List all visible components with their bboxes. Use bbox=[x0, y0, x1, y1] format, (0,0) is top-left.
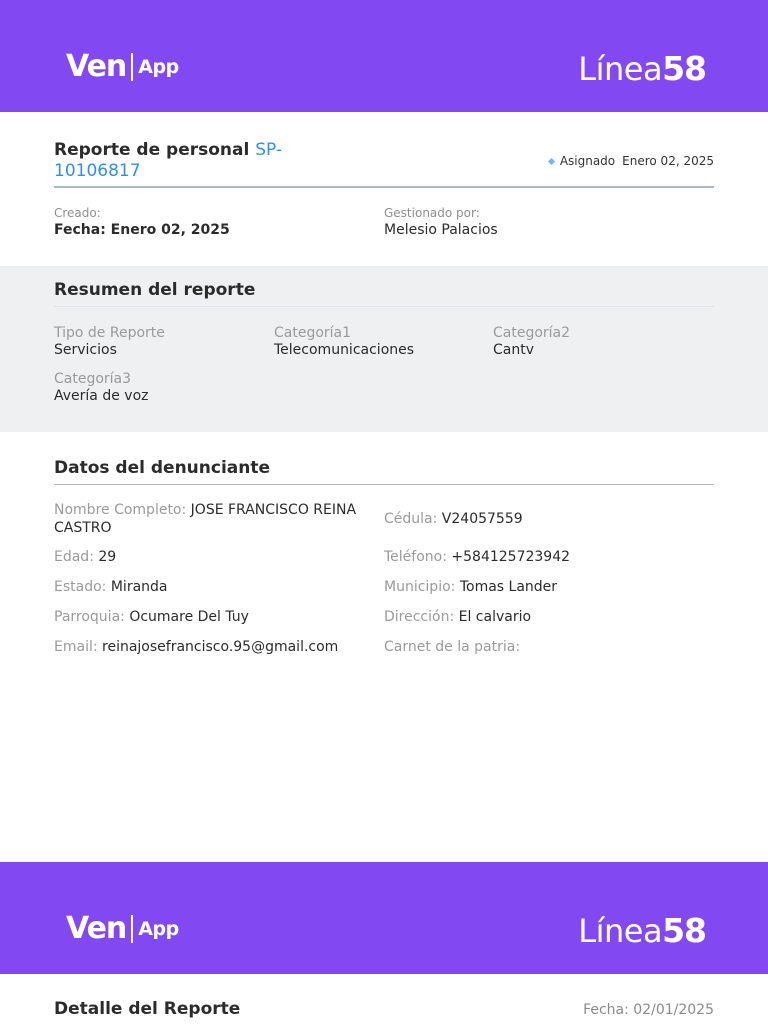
field-telefono-label: Teléfono: bbox=[384, 549, 447, 565]
field-estado: Estado: Miranda bbox=[54, 578, 168, 596]
field-cedula-label: Cédula: bbox=[384, 511, 438, 527]
field-edad-label: Edad: bbox=[54, 549, 94, 565]
field-cedula: Cédula: V24057559 bbox=[384, 510, 523, 528]
managed-value: Melesio Palacios bbox=[384, 222, 498, 238]
field-carnet-label: Carnet de la patria: bbox=[384, 639, 521, 655]
created-label: Creado: bbox=[54, 206, 101, 220]
report-title-text: Reporte de personal bbox=[54, 140, 250, 160]
venapp-logo-ven: Ven bbox=[66, 49, 127, 84]
assigned-date: Enero 02, 2025 bbox=[622, 154, 714, 168]
header-divider bbox=[54, 186, 714, 188]
summary-divider bbox=[54, 306, 714, 307]
field-email: Email: reinajosefrancisco.95@gmail.com bbox=[54, 638, 338, 656]
venapp-logo-divider bbox=[131, 914, 134, 943]
detail-date: Fecha: 02/01/2025 bbox=[583, 1002, 714, 1018]
field-municipio-label: Municipio: bbox=[384, 579, 456, 595]
field-nombre-label: Nombre Completo: bbox=[54, 502, 187, 518]
field-parroquia-value: Ocumare Del Tuy bbox=[129, 609, 249, 625]
summary-value-categoria1: Telecomunicaciones bbox=[274, 342, 415, 358]
summary-label-tipo: Tipo de Reporte bbox=[54, 325, 165, 341]
field-municipio-value: Tomas Lander bbox=[459, 579, 558, 595]
field-direccion: Dirección: El calvario bbox=[384, 608, 531, 626]
complainant-divider bbox=[54, 484, 714, 485]
summary-value-categoria3: Avería de voz bbox=[54, 388, 149, 404]
summary-label-categoria3: Categoría3 bbox=[54, 371, 132, 387]
page2-header-band: Ven App Línea58 bbox=[0, 862, 768, 974]
managed-label: Gestionado por: bbox=[384, 206, 480, 220]
venapp-logo-divider bbox=[131, 52, 134, 81]
linea58-logo-text: Línea bbox=[578, 50, 663, 88]
summary-label-categoria2: Categoría2 bbox=[493, 325, 571, 341]
venapp-logo-ven: Ven bbox=[66, 911, 127, 946]
field-municipio: Municipio: Tomas Lander bbox=[384, 578, 557, 596]
field-estado-value: Miranda bbox=[110, 579, 168, 595]
header-band: Ven App Línea58 bbox=[0, 0, 768, 112]
linea58-logo: Línea58 bbox=[578, 49, 707, 88]
field-email-label: Email: bbox=[54, 639, 98, 655]
detail-title: Detalle del Reporte bbox=[54, 999, 241, 1019]
summary-value-categoria2: Cantv bbox=[493, 342, 535, 358]
venapp-logo: Ven App bbox=[66, 49, 179, 84]
field-direccion-value: El calvario bbox=[458, 609, 532, 625]
summary-title: Resumen del reporte bbox=[54, 280, 256, 300]
linea58-logo-number: 58 bbox=[662, 49, 707, 88]
field-parroquia: Parroquia: Ocumare Del Tuy bbox=[54, 608, 249, 626]
assigned-status: Asignado Enero 02, 2025 bbox=[547, 154, 714, 168]
field-carnet: Carnet de la patria: bbox=[384, 638, 520, 656]
field-cedula-value: V24057559 bbox=[441, 511, 523, 527]
field-estado-label: Estado: bbox=[54, 579, 107, 595]
assigned-label: Asignado bbox=[559, 154, 616, 168]
report-title: Reporte de personal SP-10106817 bbox=[54, 140, 334, 182]
field-parroquia-label: Parroquia: bbox=[54, 609, 125, 625]
status-diamond-icon bbox=[547, 157, 555, 165]
field-direccion-label: Dirección: bbox=[384, 609, 455, 625]
created-value: Fecha: Enero 02, 2025 bbox=[54, 222, 230, 238]
venapp-logo-app: App bbox=[138, 55, 179, 78]
complainant-title: Datos del denunciante bbox=[54, 458, 271, 478]
field-nombre: Nombre Completo: JOSE FRANCISCO REINA CA… bbox=[54, 501, 372, 537]
field-telefono: Teléfono: +584125723942 bbox=[384, 548, 570, 566]
linea58-logo-number: 58 bbox=[662, 911, 707, 950]
summary-label-categoria1: Categoría1 bbox=[274, 325, 352, 341]
field-edad: Edad: 29 bbox=[54, 548, 116, 566]
field-telefono-value: +584125723942 bbox=[451, 549, 571, 565]
field-edad-value: 29 bbox=[98, 549, 117, 565]
summary-value-tipo: Servicios bbox=[54, 342, 117, 358]
venapp-logo: Ven App bbox=[66, 911, 179, 946]
field-email-value: reinajosefrancisco.95@gmail.com bbox=[102, 639, 339, 655]
linea58-logo-text: Línea bbox=[578, 912, 663, 950]
venapp-logo-app: App bbox=[138, 917, 179, 940]
linea58-logo: Línea58 bbox=[578, 911, 707, 950]
